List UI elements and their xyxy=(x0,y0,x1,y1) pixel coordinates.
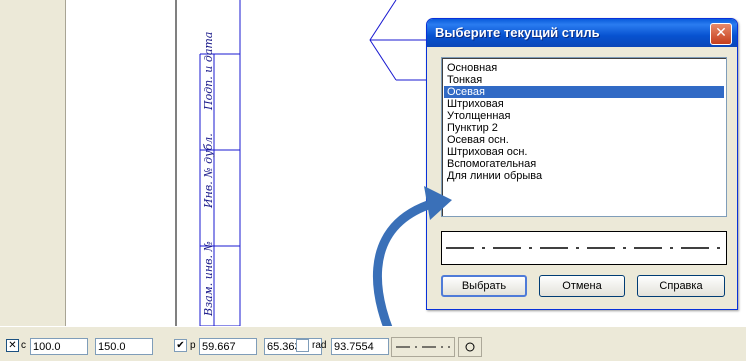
style-item-osnovnaya[interactable]: Основная xyxy=(444,62,724,74)
select-button[interactable]: Выбрать xyxy=(441,275,527,297)
checkmark-icon[interactable]: ✔ xyxy=(174,339,187,352)
circle-icon[interactable] xyxy=(458,337,482,357)
style-dialog: Выберите текущий стиль ✕ Основная Тонкая… xyxy=(426,18,738,310)
coord-x-toggle[interactable]: ✕ xyxy=(6,339,19,352)
circle-glyph xyxy=(465,342,475,352)
stamp-label-signature: Подп. и дата xyxy=(202,31,215,110)
status-bar: ✕ c 100.0 150.0 ✔ p 59.667 65.363 rad 93… xyxy=(0,326,746,361)
coord-rad-field[interactable]: 93.7554 xyxy=(331,338,389,355)
style-list[interactable]: Основная Тонкая Осевая Штриховая Утолщен… xyxy=(441,57,727,217)
style-item-tonkaya[interactable]: Тонкая xyxy=(444,74,724,86)
style-item-punktir-2[interactable]: Пунктир 2 xyxy=(444,122,724,134)
style-item-dlya-linii-obryva[interactable]: Для линии обрыва xyxy=(444,170,724,182)
style-item-vspomogatelnaya[interactable]: Вспомогательная xyxy=(444,158,724,170)
scroll-strip xyxy=(8,0,66,326)
dash-dot-line-preview xyxy=(446,247,722,249)
style-item-osevaya[interactable]: Осевая xyxy=(444,86,724,98)
style-item-osevaya-osn[interactable]: Осевая осн. xyxy=(444,134,724,146)
style-item-shtrihovaya[interactable]: Штриховая xyxy=(444,98,724,110)
style-item-shtrihovaya-osn[interactable]: Штриховая осн. xyxy=(444,146,724,158)
coord-y-field[interactable]: 150.0 xyxy=(95,338,153,355)
help-button[interactable]: Справка xyxy=(637,275,725,297)
dash-dot-line-glyph xyxy=(396,346,450,348)
stamp-label-vzam-inv: Взам. инв. № xyxy=(202,241,215,316)
stamp-label-inv-dubl: Инв. № дубл. xyxy=(202,133,215,208)
coord-label-p: p xyxy=(190,340,196,351)
cancel-button[interactable]: Отмена xyxy=(539,275,625,297)
rad-toggle[interactable] xyxy=(296,339,309,352)
coord-label-rad: rad xyxy=(312,340,327,351)
coord-label-c: c xyxy=(21,340,26,351)
dialog-title: Выберите текущий стиль xyxy=(435,25,600,40)
dialog-title-bar[interactable]: Выберите текущий стиль ✕ xyxy=(427,19,737,47)
close-icon[interactable]: ✕ xyxy=(710,23,732,45)
style-item-utolshchennaya[interactable]: Утолщенная xyxy=(444,110,724,122)
coord-x-field[interactable]: 100.0 xyxy=(30,338,88,355)
line-style-preview xyxy=(441,231,727,265)
coord-p1-field[interactable]: 59.667 xyxy=(199,338,257,355)
dash-dot-line-icon[interactable] xyxy=(391,337,455,357)
